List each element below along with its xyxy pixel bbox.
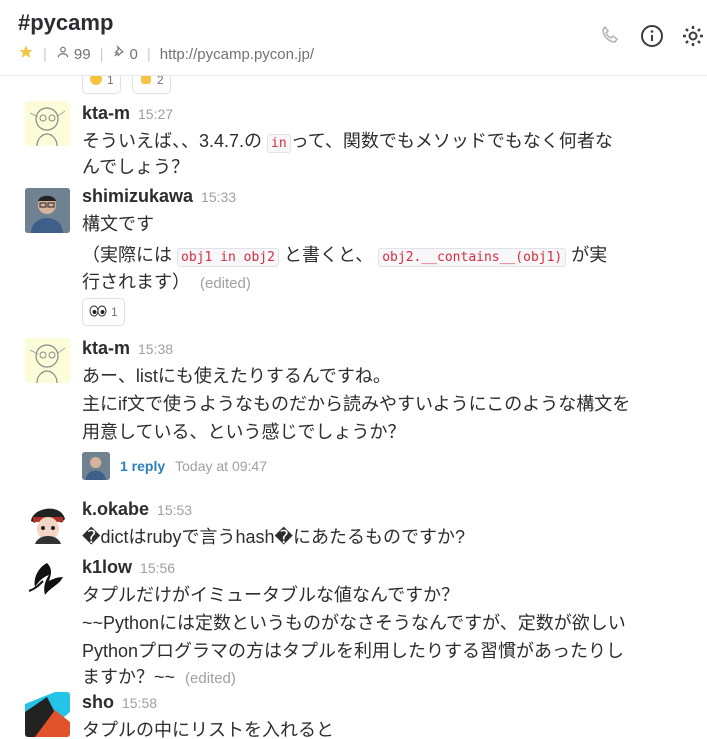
message-text: んでしょう？	[82, 157, 190, 177]
timestamp[interactable]: 15:58	[122, 695, 157, 711]
channel-header: #pycamp | 99 | 0 | http://pycamp.pycon.j…	[0, 0, 707, 76]
timestamp[interactable]: 15:27	[138, 106, 173, 122]
phone-icon[interactable]	[599, 24, 623, 53]
pin-icon[interactable]	[113, 44, 127, 63]
avatar[interactable]	[25, 557, 70, 602]
reply-time: Today at 09:47	[175, 458, 267, 474]
username[interactable]: sho 15:58	[82, 692, 157, 713]
inline-code: obj2.__contains__(obj1)	[378, 248, 567, 267]
inline-code: in	[267, 134, 291, 153]
eyes-emoji-icon	[89, 305, 107, 320]
message-text: 用意している、という感じでしょうか？	[82, 422, 406, 442]
username[interactable]: shimizukawa 15:33	[82, 186, 236, 207]
reaction-count: 2	[157, 76, 164, 87]
message-text: 構文です	[82, 214, 154, 234]
message-text: あー、listにも使えたりするんですね。	[82, 366, 391, 386]
edited-label: (edited)	[185, 670, 236, 687]
reaction-pill[interactable]: 1	[82, 76, 121, 94]
avatar[interactable]	[25, 101, 70, 146]
username[interactable]: kta-m 15:38	[82, 338, 173, 359]
timestamp[interactable]: 15:53	[157, 502, 192, 518]
timestamp[interactable]: 15:56	[140, 560, 175, 576]
reaction-count: 1	[111, 305, 118, 319]
reaction-count: 1	[107, 76, 114, 87]
message-text: ~~Pythonには定数というものがなさそうなんですが、定数が欲しい	[82, 613, 626, 633]
reply-count-link[interactable]: 1 reply	[120, 458, 165, 474]
username[interactable]: k1low 15:56	[82, 557, 175, 578]
members-icon[interactable]	[56, 45, 70, 63]
message-text: （実際には obj1 in obj2 と書くと、 obj2.__contains…	[82, 245, 608, 267]
message-text: �dictはrubyで言うhash�にあたるものですか?	[82, 527, 465, 547]
avatar[interactable]	[25, 188, 70, 233]
thread-reply[interactable]: 1 reply Today at 09:47	[82, 452, 267, 480]
divider: |	[99, 45, 104, 63]
hug-emoji-icon	[89, 76, 103, 89]
message-text: 行されます） (edited)	[82, 272, 251, 292]
message-text: そういえば、、3.4.7.の in って、関数でもメソッドでもなく何者な	[82, 131, 613, 153]
avatar[interactable]	[25, 499, 70, 544]
star-icon[interactable]	[18, 44, 34, 64]
reaction-pill[interactable]: 2	[132, 76, 171, 94]
clap-emoji-icon	[139, 76, 153, 89]
info-icon[interactable]	[640, 24, 664, 53]
inline-code: obj1 in obj2	[177, 248, 279, 267]
channel-name: #pycamp	[18, 10, 114, 35]
channel-topic-link[interactable]: http://pycamp.pycon.jp/	[160, 46, 314, 63]
timestamp[interactable]: 15:38	[138, 341, 173, 357]
channel-meta: | 99 | 0 | http://pycamp.pycon.jp/	[18, 44, 314, 64]
pin-count[interactable]: 0	[130, 46, 138, 63]
reaction-pill[interactable]: 1	[82, 298, 125, 326]
settings-gear-icon[interactable]	[681, 24, 705, 53]
message-text: タプルの中にリストを入れると	[82, 720, 334, 739]
edited-label: (edited)	[200, 275, 251, 292]
timestamp[interactable]: 15:33	[201, 189, 236, 205]
member-count[interactable]: 99	[74, 46, 91, 63]
username[interactable]: kta-m 15:27	[82, 103, 173, 124]
message-text: 主にif文で使うようなものだから読みやすいようにこのような構文を	[82, 394, 631, 414]
divider: |	[43, 45, 47, 63]
message-list[interactable]: 1 2 kta-m 15:27 そういえば、、3.4.7.の in って、関数でもメ…	[0, 76, 707, 739]
reply-avatar	[82, 452, 110, 480]
avatar[interactable]	[25, 338, 70, 383]
username[interactable]: k.okabe 15:53	[82, 499, 192, 520]
message-text: タプルだけがイミュータブルな値なんですか？	[82, 585, 460, 605]
message-text: ますか？~~ (edited)	[82, 667, 236, 687]
message-text: Pythonプログラマの方はタプルを利用したりする習慣があったりし	[82, 641, 625, 661]
avatar[interactable]	[25, 692, 70, 737]
divider: |	[146, 45, 151, 63]
